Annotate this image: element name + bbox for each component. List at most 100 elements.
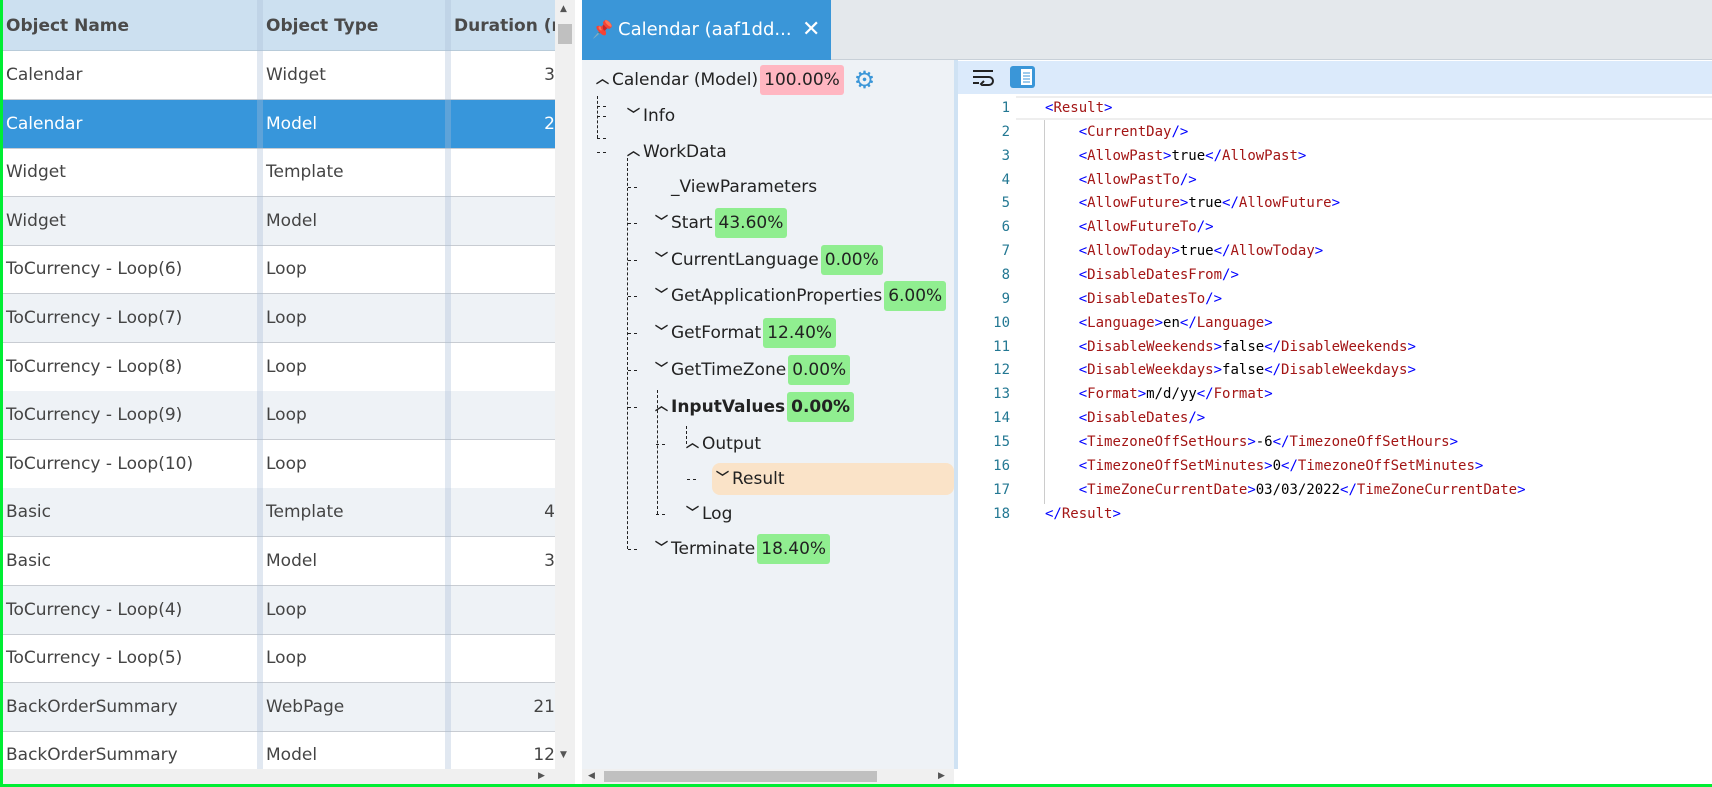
cell-object-name: Calendar <box>6 113 83 134</box>
code-line[interactable]: <DisableDatesFrom/> <box>1045 263 1239 287</box>
chevron-down-icon[interactable]: ﹀ <box>655 533 671 565</box>
table-row[interactable]: ToCurrency - Loop(6) Loop <box>0 245 555 295</box>
xml-editor[interactable]: 1 <Result> 2 <CurrentDay/> 3 <AllowPast>tru… <box>958 94 1712 784</box>
cell-object-name: ToCurrency - Loop(9) <box>6 405 183 426</box>
tree-node[interactable]: ﹀ Terminate 18.40% <box>655 533 831 565</box>
table-row[interactable]: Widget Template <box>0 148 555 198</box>
tree-node[interactable]: ﹀ GetApplicationProperties 6.00% <box>655 280 947 312</box>
line-number: 16 <box>993 457 1010 474</box>
chevron-down-icon[interactable]: ﹀ <box>655 207 671 239</box>
table-row[interactable]: ToCurrency - Loop(9) Loop <box>0 391 555 441</box>
code-line[interactable]: </Result> <box>1045 502 1121 526</box>
word-wrap-icon[interactable] <box>972 68 994 86</box>
code-line[interactable]: <DisableWeekdays>false</DisableWeekdays> <box>1045 358 1416 382</box>
tree-guide <box>628 260 637 261</box>
table-row[interactable]: Widget Model <box>0 196 555 246</box>
gear-icon[interactable]: ⚙ <box>854 66 876 94</box>
table-row[interactable]: ToCurrency - Loop(8) Loop <box>0 343 555 392</box>
code-line[interactable]: <DisableWeekends>false</DisableWeekends> <box>1045 335 1416 359</box>
chevron-down-icon[interactable]: ﹀ <box>686 498 702 530</box>
line-number: 15 <box>993 434 1010 451</box>
code-line[interactable]: <AllowPast>true</AllowPast> <box>1045 144 1307 168</box>
tab-calendar[interactable]: 📌 Calendar (aaf1dd... ✕ <box>582 0 831 60</box>
cell-object-type: Loop <box>266 405 307 426</box>
code-line[interactable]: <CurrentDay/> <box>1045 120 1189 144</box>
tree-node[interactable]: ﹀ GetFormat 12.40% <box>655 317 837 349</box>
line-number: 4 <box>1001 171 1010 188</box>
chevron-down-icon[interactable]: ﹀ <box>716 463 732 495</box>
code-line[interactable]: <Format>m/d/yy</Format> <box>1045 382 1273 406</box>
column-separator[interactable] <box>257 0 263 769</box>
tree-node[interactable]: ︿ Calendar (Model) 100.00% ⚙ <box>596 64 875 96</box>
chevron-down-icon[interactable]: ﹀ <box>655 354 671 386</box>
scroll-right-icon[interactable]: ▶ <box>538 771 545 781</box>
scroll-right-icon[interactable]: ▶ <box>938 771 945 781</box>
chevron-down-icon[interactable]: ﹀ <box>655 244 671 276</box>
table-row[interactable]: Basic Model 3 <box>0 537 555 586</box>
pane-splitter[interactable] <box>575 0 582 784</box>
column-header-duration[interactable]: Duration (ms) <box>448 0 555 50</box>
scroll-down-icon[interactable]: ▼ <box>560 750 567 760</box>
chevron-up-icon[interactable]: ︿ <box>655 391 671 423</box>
scroll-thumb[interactable] <box>604 771 877 782</box>
cell-object-type: Loop <box>266 259 307 280</box>
tree-node[interactable]: ︿ WorkData <box>627 136 727 168</box>
line-number: 18 <box>993 505 1010 522</box>
chevron-down-icon[interactable]: ﹀ <box>655 317 671 349</box>
chevron-up-icon[interactable]: ︿ <box>686 428 702 460</box>
code-line[interactable]: <DisableDates/> <box>1045 406 1205 430</box>
tree-node[interactable]: ﹀ GetTimeZone 0.00% <box>655 354 851 386</box>
table-row[interactable]: ToCurrency - Loop(4) Loop <box>0 585 555 635</box>
code-line[interactable]: <TimezoneOffSetHours>-6</TimezoneOffSetH… <box>1045 430 1458 454</box>
panel-toggle-icon[interactable] <box>1010 66 1035 88</box>
scroll-thumb[interactable] <box>558 24 572 44</box>
tree-node-label: _ViewParameters <box>671 177 818 197</box>
chevron-up-icon[interactable]: ︿ <box>627 136 643 168</box>
code-line[interactable]: <AllowFuture>true</AllowFuture> <box>1045 191 1340 215</box>
table-row[interactable]: ToCurrency - Loop(10) Loop <box>0 440 555 489</box>
table-row[interactable]: BackOrderSummary Model 12 <box>0 731 555 769</box>
tree-node[interactable]: ﹀ Start 43.60% <box>655 207 788 239</box>
cell-object-type: Template <box>266 502 344 523</box>
scroll-left-icon[interactable]: ◀ <box>588 771 595 781</box>
tree-node[interactable]: ︿ InputValues 0.00% <box>655 391 855 423</box>
code-line[interactable]: <AllowToday>true</AllowToday> <box>1045 239 1323 263</box>
grid-vertical-scrollbar[interactable]: ▲ ▼ <box>555 0 575 769</box>
column-header-object-type[interactable]: Object Type <box>260 0 448 50</box>
table-row[interactable]: Calendar Model 2 <box>0 99 555 149</box>
code-line[interactable]: <DisableDatesTo/> <box>1045 287 1222 311</box>
chevron-up-icon[interactable]: ︿ <box>596 64 612 96</box>
line-number: 17 <box>993 481 1010 498</box>
code-line[interactable]: <Result> <box>1045 96 1112 120</box>
scroll-up-icon[interactable]: ▲ <box>560 4 567 14</box>
table-row[interactable]: Calendar Widget 3 <box>0 51 555 100</box>
code-line[interactable]: <AllowFutureTo/> <box>1045 215 1214 239</box>
line-number: 9 <box>1001 290 1010 307</box>
cell-duration: 3 <box>544 65 555 85</box>
tree-node[interactable]: _ViewParameters <box>655 171 817 203</box>
tree-node-label: Output <box>702 434 762 454</box>
tree-node[interactable]: ﹀ Result <box>712 463 954 495</box>
code-line[interactable]: <TimeZoneCurrentDate>03/03/2022</TimeZon… <box>1045 478 1526 502</box>
tree-guide <box>656 514 665 515</box>
table-row[interactable]: ToCurrency - Loop(5) Loop <box>0 634 555 684</box>
tree-horizontal-scrollbar[interactable]: ◀ ▶ <box>582 769 954 784</box>
code-line[interactable]: <AllowPastTo/> <box>1045 168 1197 192</box>
table-row[interactable]: BackOrderSummary WebPage 21 <box>0 682 555 732</box>
grid-horizontal-scrollbar[interactable]: ▶ <box>0 769 575 784</box>
tree-node[interactable]: ﹀ Info <box>627 100 675 132</box>
table-row[interactable]: ToCurrency - Loop(7) Loop <box>0 294 555 343</box>
column-header-object-name[interactable]: Object Name <box>0 0 260 50</box>
chevron-down-icon[interactable]: ﹀ <box>627 100 643 132</box>
close-icon[interactable]: ✕ <box>802 0 820 60</box>
code-line[interactable]: <Language>en</Language> <box>1045 311 1273 335</box>
pin-icon[interactable]: 📌 <box>592 0 613 60</box>
table-row[interactable]: Basic Template 4 <box>0 488 555 538</box>
code-line[interactable]: <TimezoneOffSetMinutes>0</TimezoneOffSet… <box>1045 454 1484 478</box>
tree-node[interactable]: ﹀ Log <box>686 498 732 530</box>
chevron-down-icon[interactable]: ﹀ <box>655 280 671 312</box>
tree-node[interactable]: ︿ Output <box>686 428 761 460</box>
tree-guide <box>597 116 606 117</box>
tree-node[interactable]: ﹀ CurrentLanguage 0.00% <box>655 244 883 276</box>
column-separator[interactable] <box>445 0 451 769</box>
